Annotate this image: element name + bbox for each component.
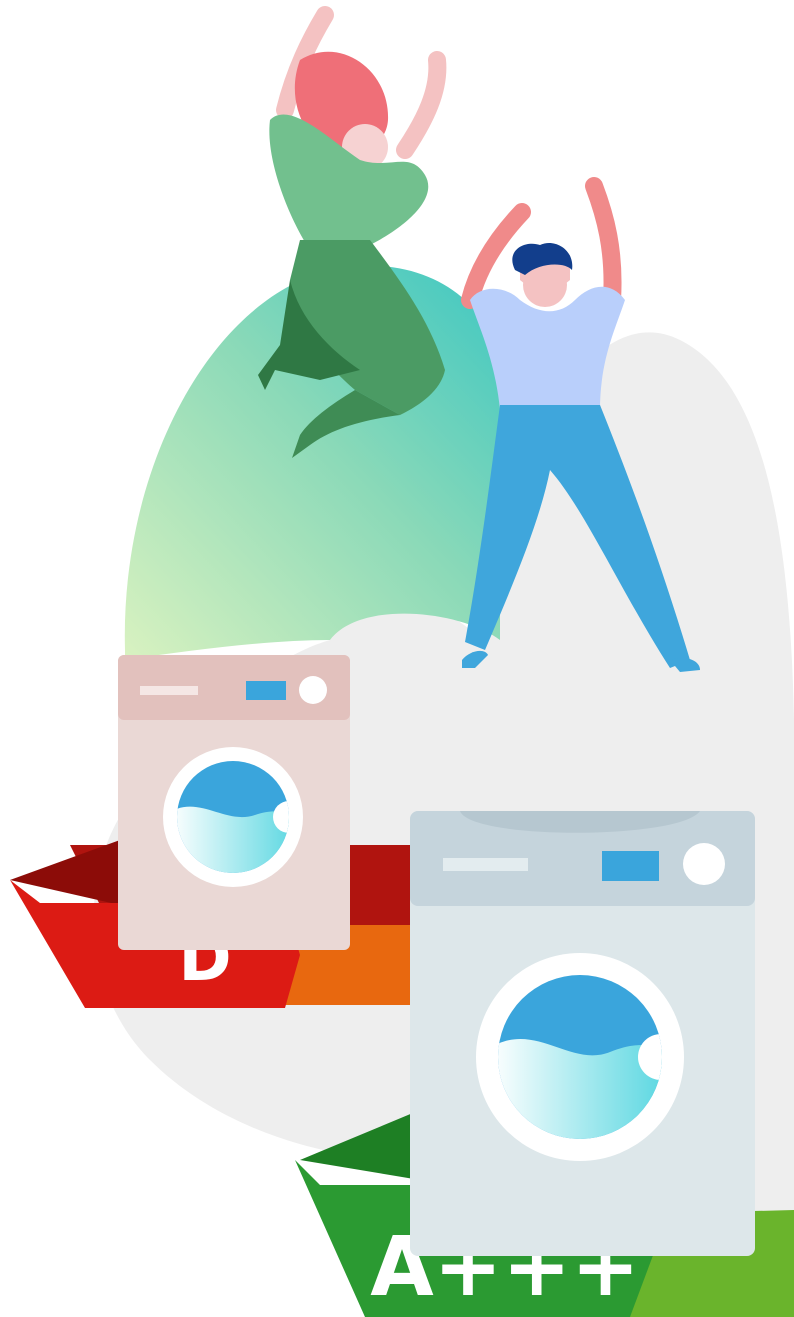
old-washing-machine-icon xyxy=(118,655,350,950)
energy-label-illustration: D A+++ xyxy=(10,6,794,1317)
new-washing-machine-icon xyxy=(410,811,755,1256)
